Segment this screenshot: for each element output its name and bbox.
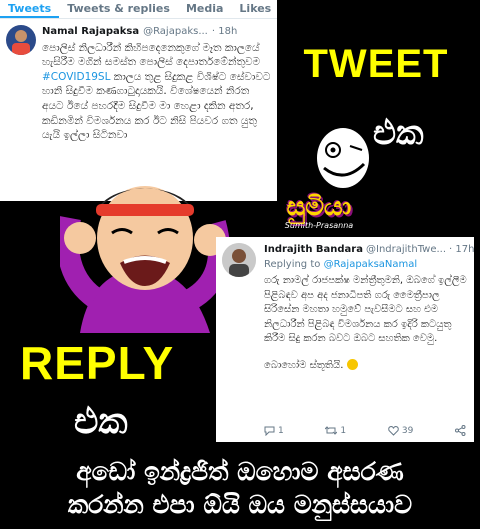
badge-logo-text: සුමියා [286, 192, 352, 222]
eka-label-bottom: එක [74, 400, 128, 441]
share-icon [454, 425, 466, 436]
caption-line-1: අඩෝ ඉන්ද්‍රජිත් ඔහොම අසරණ [76, 457, 404, 486]
share-action[interactable] [454, 425, 466, 436]
meme-caption: අඩෝ ඉන්ද්‍රජිත් ඔහොම අසරණ කරන්න එපා ඕයි … [0, 455, 480, 521]
retweet-action[interactable]: 1 [325, 425, 346, 436]
reply-author-avatar[interactable] [222, 243, 256, 277]
mention-link[interactable]: @RajapaksaNamal [324, 259, 418, 270]
reply-thanks: බොහෝම ස්තූතියි. [264, 358, 474, 374]
tweet-time[interactable]: · 18h [212, 25, 237, 40]
reply-author-handle[interactable]: @IndrajithTwe... [366, 243, 446, 258]
badge-credit: Sumith-Prasanna [284, 221, 354, 230]
profile-tabs: Tweets Tweets & replies Media Likes [0, 0, 277, 19]
tweet-author-avatar[interactable] [6, 25, 36, 55]
tweet-text: පොලිස් නිලධාරීන් කිහිපදෙනෙකුගේ මෑත කාලයේ… [42, 41, 271, 142]
reply-text: ගරු නාමල් රාජපක්ෂ මන්ත්‍රීතුමනි, ඔබගේ ඉල… [264, 275, 467, 344]
tab-tweets[interactable]: Tweets [0, 0, 60, 18]
smile-emoji-icon [346, 358, 358, 370]
retweet-icon [325, 426, 338, 435]
hashtag-link[interactable]: #COVID19SL [42, 71, 110, 83]
heart-icon [388, 425, 399, 436]
tweet-actions: 1 1 39 [264, 425, 466, 436]
tab-likes[interactable]: Likes [231, 0, 277, 18]
replying-to: Replying to @RajapaksaNamal [264, 258, 418, 270]
tweet-author-name[interactable]: Namal Rajapaksa [42, 25, 139, 40]
eka-label-top: එක [373, 114, 424, 152]
creator-badge: සුමියා Sumith-Prasanna [268, 193, 370, 237]
reply-icon [264, 426, 275, 436]
tweet-label: TWEET [303, 42, 449, 86]
tweet-card: Tweets Tweets & replies Media Likes Nama… [0, 0, 277, 201]
tab-media[interactable]: Media [178, 0, 231, 18]
reply-time[interactable]: · 17h [449, 243, 474, 258]
like-action[interactable]: 39 [388, 425, 413, 436]
reply-author-name[interactable]: Indrajith Bandara [264, 243, 363, 258]
reply-action[interactable]: 1 [264, 425, 284, 436]
tab-tweets-replies[interactable]: Tweets & replies [59, 0, 178, 18]
reply-card: Indrajith Bandara @IndrajithTwe... · 17h… [216, 237, 474, 442]
trollface-illustration [317, 108, 372, 188]
crying-man-illustration [60, 186, 230, 333]
caption-line-2: කරන්න එපා ඕයි ඔය මනුස්සයාව [67, 490, 413, 519]
reply-label: REPLY [20, 337, 175, 389]
tweet-author-handle[interactable]: @Rajapaks... [143, 25, 208, 40]
